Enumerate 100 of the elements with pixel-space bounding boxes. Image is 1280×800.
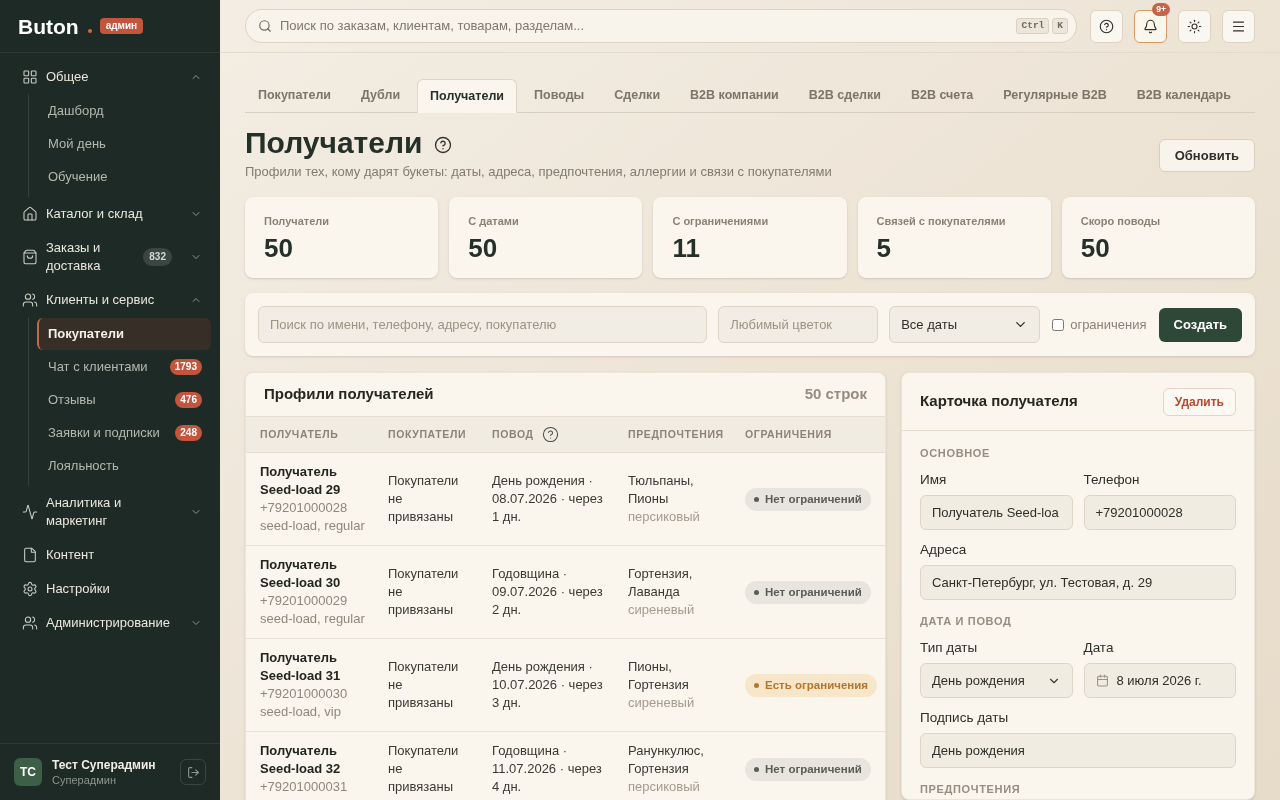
nav-group[interactable]: Контент bbox=[14, 538, 211, 572]
tab[interactable]: Регулярные B2B bbox=[990, 79, 1120, 112]
users-icon bbox=[22, 615, 38, 631]
text-field[interactable]: Санкт-Петербург, ул. Тестовая, д. 29 bbox=[920, 565, 1236, 600]
flowers-text: Гортензия, Лаванда bbox=[628, 565, 694, 601]
section-title: ПРЕДПОЧТЕНИЯ bbox=[920, 782, 1022, 796]
logout-button[interactable] bbox=[180, 759, 206, 785]
recipient-tags: seed-load, vip bbox=[260, 703, 368, 721]
help-icon[interactable] bbox=[434, 135, 453, 154]
help-icon bbox=[1099, 18, 1114, 34]
flowers-text: Пионы, Гортензия bbox=[628, 658, 690, 694]
nav-item[interactable]: Покупатели bbox=[37, 318, 211, 350]
tab[interactable]: B2B календарь bbox=[1123, 79, 1244, 112]
user-role: Суперадмин bbox=[52, 773, 117, 787]
nav-item[interactable]: Обучение bbox=[37, 161, 211, 193]
column-header: ПОКУПАТЕЛИ bbox=[388, 426, 467, 442]
field-label: Телефон bbox=[1083, 471, 1141, 489]
tab[interactable]: B2B счета bbox=[898, 79, 987, 112]
avatar: ТС bbox=[14, 758, 42, 786]
nav-group[interactable]: Общее bbox=[14, 60, 211, 94]
theme-button[interactable] bbox=[1178, 9, 1211, 43]
pulse-icon bbox=[22, 504, 38, 520]
text-field[interactable]: Получатель Seed-loa bbox=[920, 495, 1073, 530]
text-field[interactable]: День рождения bbox=[920, 733, 1236, 768]
help-icon[interactable] bbox=[541, 426, 559, 443]
help-button[interactable] bbox=[1090, 9, 1123, 43]
checkbox-label: ограничения bbox=[1070, 315, 1147, 334]
nav-group[interactable]: Каталог и склад bbox=[14, 197, 211, 231]
nav-item[interactable]: Чат с клиентами 1793 bbox=[37, 351, 211, 383]
search-field[interactable]: Поиск по заказам, клиентам, товарам, разделам... bbox=[280, 16, 1009, 36]
flowers-text: Ранункулюс, Гортензия bbox=[628, 742, 705, 778]
restriction-label: Нет ограничений bbox=[765, 585, 862, 600]
nav-item[interactable]: Заявки и подписки 248 bbox=[37, 417, 211, 449]
recipient-name: Получатель Seed-load 31 bbox=[260, 649, 342, 685]
color-preference: персиковый bbox=[628, 508, 701, 526]
count-badge: 248 bbox=[175, 425, 202, 441]
bell-icon bbox=[1143, 18, 1158, 34]
count-badge: 1793 bbox=[169, 359, 202, 375]
stat-value: 50 bbox=[1080, 233, 1111, 263]
nav-item[interactable]: Мой день bbox=[37, 128, 211, 160]
sun-icon bbox=[1187, 18, 1202, 34]
color-preference: персиковый bbox=[628, 778, 701, 796]
field-label: Имя bbox=[920, 471, 948, 489]
create-button[interactable]: Создать bbox=[1158, 307, 1242, 342]
nav-group[interactable]: Клиенты и сервис bbox=[14, 283, 211, 317]
section-title: ОСНОВНОЕ bbox=[920, 446, 992, 460]
refresh-button[interactable]: Обновить bbox=[1158, 139, 1255, 172]
menu-button[interactable] bbox=[1222, 9, 1255, 43]
nav-group[interactable]: Заказы и доставка 832 bbox=[14, 231, 211, 283]
nav-group[interactable]: Администрирование bbox=[14, 606, 211, 640]
tab[interactable]: B2B компании bbox=[677, 79, 792, 112]
occasion-text: День рождения · 10.07.2026 · через 3 дн. bbox=[492, 659, 603, 710]
bag-icon bbox=[22, 249, 38, 265]
tab[interactable]: Поводы bbox=[521, 79, 598, 112]
tab[interactable]: Получатели bbox=[417, 79, 518, 113]
select-field[interactable]: День рождения bbox=[920, 663, 1073, 698]
recipient-phone: +79201000029 bbox=[260, 592, 349, 610]
nav-group[interactable]: Аналитика и маркетинг bbox=[14, 486, 211, 538]
search-bar[interactable]: Поиск по заказам, клиентам, товарам, разделам... Ctrl K bbox=[245, 9, 1077, 43]
occasion-text: День рождения · 08.07.2026 · через 1 дн. bbox=[492, 473, 603, 524]
house-icon bbox=[22, 206, 38, 222]
count-badge: 832 bbox=[143, 248, 172, 266]
restrictions-checkbox[interactable] bbox=[1052, 318, 1065, 331]
stat-value: 5 bbox=[876, 233, 893, 263]
stat-label: Связей с покупателями bbox=[876, 214, 1007, 228]
nav-item[interactable]: Лояльность bbox=[37, 450, 211, 482]
logout-icon bbox=[186, 765, 200, 779]
tab[interactable]: Покупатели bbox=[245, 79, 345, 112]
page-subtitle: Профили тех, кому дарят букеты: даты, адреса, предпочтения, аллергии и связи с покупателями bbox=[245, 163, 832, 181]
buyers-text: Покупатели не привязаны bbox=[388, 659, 459, 710]
date-select[interactable]: Все даты bbox=[889, 306, 1041, 343]
search-field[interactable]: Поиск по имени, телефону, адресу, покупателю bbox=[258, 306, 708, 343]
page-title: Получатели bbox=[245, 125, 423, 161]
menu-icon bbox=[1231, 18, 1246, 34]
tab[interactable]: Сделки bbox=[601, 79, 674, 112]
section-title: ДАТА И ПОВОД bbox=[920, 614, 1013, 628]
restriction-label: Нет ограничений bbox=[765, 492, 862, 507]
date-field[interactable]: 8 июля 2026 г. bbox=[1083, 663, 1236, 698]
flower-field[interactable]: Любимый цветок bbox=[718, 306, 879, 343]
notification-badge: 9+ bbox=[1152, 2, 1170, 16]
table-title: Профили получателей bbox=[264, 384, 434, 405]
stat-label: С ограничениями bbox=[672, 214, 770, 228]
nav-item[interactable]: Дашборд bbox=[37, 95, 211, 127]
recipient-name: Получатель Seed-load 29 bbox=[260, 463, 342, 499]
user-name: Тест Суперадмин bbox=[52, 757, 157, 773]
nav-item[interactable]: Отзывы 476 bbox=[37, 384, 211, 416]
recipient-tags: seed-load, regular bbox=[260, 517, 368, 535]
column-header: ОГРАНИЧЕНИЯ bbox=[745, 426, 832, 442]
text-field[interactable]: +79201000028 bbox=[1083, 495, 1236, 530]
delete-button[interactable]: Удалить bbox=[1162, 387, 1236, 416]
nav-group[interactable]: Настройки bbox=[14, 572, 211, 606]
role-badge: админ bbox=[99, 18, 144, 34]
tab[interactable]: B2B сделки bbox=[795, 79, 894, 112]
flowers-text: Тюльпаны, Пионы bbox=[628, 472, 695, 508]
file-icon bbox=[22, 547, 38, 563]
color-preference: сиреневый bbox=[628, 601, 696, 619]
tab[interactable]: Дубли bbox=[348, 79, 414, 112]
logo-text: Buton bbox=[18, 15, 79, 37]
buyers-text: Покупатели не привязаны bbox=[388, 566, 459, 617]
recipient-phone: +79201000030 bbox=[260, 685, 349, 703]
